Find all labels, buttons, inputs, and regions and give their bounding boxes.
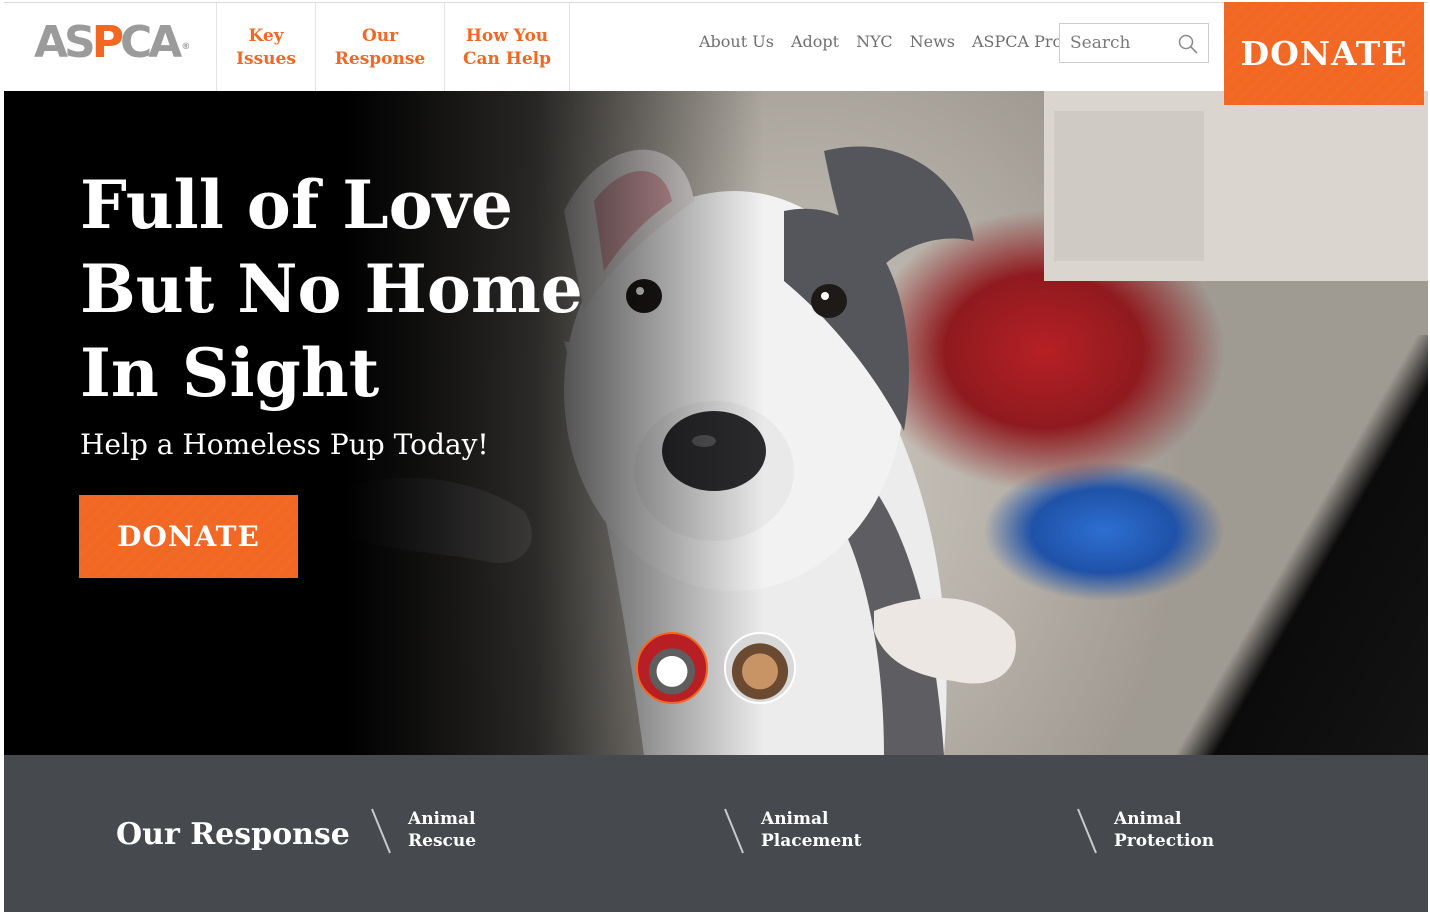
util-link-aspca-pro[interactable]: ASPCA Pro xyxy=(972,31,1062,53)
slash-divider-icon xyxy=(1077,808,1097,854)
nav-our-response-label: Our Response xyxy=(334,25,426,69)
logo-text-as: AS xyxy=(34,17,96,68)
logo-text-ca: CA xyxy=(120,17,182,68)
header-donate-button[interactable]: DONATE xyxy=(1224,2,1424,105)
response-link-label: Animal Rescue xyxy=(408,809,477,851)
search-box xyxy=(1059,23,1209,63)
utility-nav: About Us Adopt NYC News ASPCA Pro xyxy=(699,31,1079,53)
hero-donate-button[interactable]: DONATE xyxy=(79,495,298,578)
search-icon[interactable] xyxy=(1178,34,1198,54)
util-link-news[interactable]: News xyxy=(910,31,955,53)
hero-title: Full of Love But No Home In Sight xyxy=(80,166,583,412)
logo-text-p: P xyxy=(91,17,124,68)
hero-subtitle: Help a Homeless Pup Today! xyxy=(80,428,489,461)
hero-banner: Full of Love But No Home In Sight Help a… xyxy=(4,91,1428,755)
logo-registered-mark: ® xyxy=(181,42,191,52)
util-link-nyc[interactable]: NYC xyxy=(856,31,893,53)
hero-kennel-edge xyxy=(1108,335,1428,755)
slide-thumb-pitbull[interactable] xyxy=(636,632,708,704)
nav-how-you-can-help[interactable]: How You Can Help xyxy=(444,3,570,92)
slide-thumb-puppy-fence[interactable] xyxy=(724,632,796,704)
nav-our-response[interactable]: Our Response xyxy=(315,3,444,92)
search-input[interactable] xyxy=(1060,24,1176,62)
slash-divider-icon xyxy=(371,808,391,854)
response-link-label: Animal Placement xyxy=(761,809,862,851)
response-link-label: Animal Protection xyxy=(1114,809,1215,851)
our-response-heading: Our Response xyxy=(116,817,350,852)
nav-how-you-can-help-label: How You Can Help xyxy=(462,25,552,69)
aspca-logo[interactable]: ASPCA ® xyxy=(34,17,191,68)
our-response-bar: Our Response Animal Rescue Animal Placem… xyxy=(4,755,1428,912)
nav-key-issues[interactable]: Key Issues xyxy=(216,3,315,92)
nav-key-issues-label: Key Issues xyxy=(236,25,296,69)
util-link-adopt[interactable]: Adopt xyxy=(791,31,839,53)
slash-divider-icon xyxy=(724,808,744,854)
main-nav: Key Issues Our Response How You Can Help xyxy=(216,3,570,92)
util-link-about-us[interactable]: About Us xyxy=(699,31,774,53)
site-header: ASPCA ® Key Issues Our Response How You C… xyxy=(4,2,1428,92)
